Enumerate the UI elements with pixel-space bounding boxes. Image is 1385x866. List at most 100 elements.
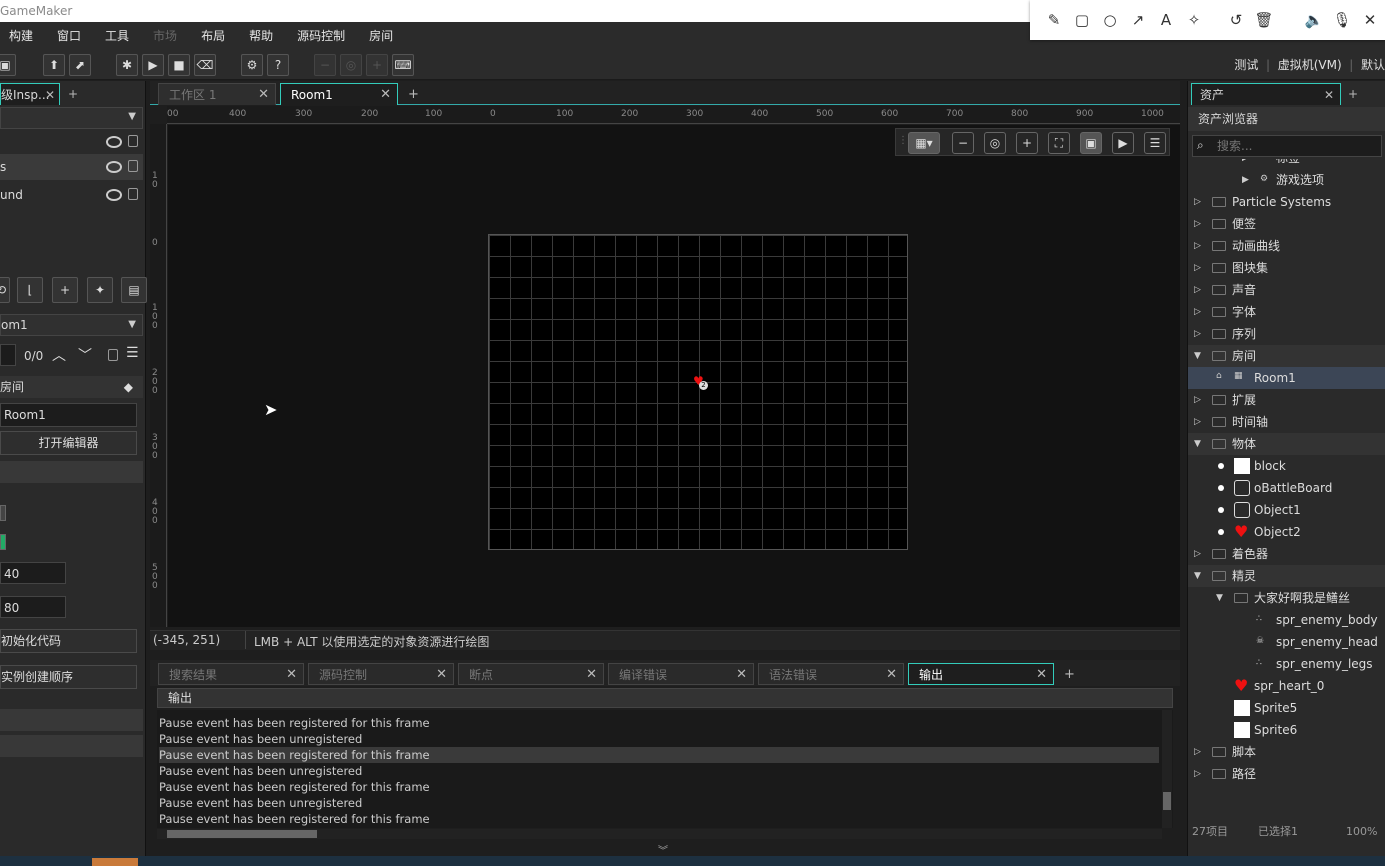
- grid-toggle-icon[interactable]: ▦▾: [908, 132, 940, 154]
- fit-view-icon[interactable]: ⛶: [1048, 132, 1070, 154]
- search-input[interactable]: [1217, 137, 1377, 155]
- menu-item-1[interactable]: 窗口: [45, 22, 93, 50]
- close-icon[interactable]: ✕: [286, 664, 297, 686]
- asset-tree-item[interactable]: ▷ 便签: [1188, 213, 1385, 235]
- asset-tree-item[interactable]: ▷ 图块集: [1188, 257, 1385, 279]
- tab-syntax-errors[interactable]: 语法错误 ✕: [758, 663, 904, 685]
- undo-icon[interactable]: ↺: [1222, 6, 1250, 34]
- drag-handle-icon[interactable]: ⋮: [898, 135, 908, 146]
- layer-row-instances[interactable]: [0, 129, 143, 155]
- folder-add-icon[interactable]: ▤: [121, 277, 147, 303]
- add-tab-icon[interactable]: +: [68, 87, 78, 101]
- room-name-field[interactable]: Room1: [0, 403, 137, 427]
- save-icon[interactable]: ▣: [0, 54, 16, 76]
- target-selector[interactable]: 测试 | 虚拟机(VM) | 默认: [1234, 50, 1385, 80]
- stop-icon[interactable]: ■: [168, 54, 190, 76]
- zoom-in-icon[interactable]: +: [366, 54, 388, 76]
- close-icon[interactable]: ✕: [1356, 6, 1384, 34]
- debug-icon[interactable]: ✱: [116, 54, 138, 76]
- asset-tree-item[interactable]: Object1: [1188, 499, 1385, 521]
- room-height-field[interactable]: 80: [0, 596, 66, 618]
- menu-item-2[interactable]: 工具: [93, 22, 141, 50]
- asset-tree-item[interactable]: ∴ spr_enemy_legs: [1188, 653, 1385, 675]
- target-test[interactable]: 测试: [1234, 58, 1258, 72]
- tab-breakpoints[interactable]: 断点 ✕: [458, 663, 604, 685]
- tab-search-results[interactable]: 搜索结果 ✕: [158, 663, 304, 685]
- menu-item-6[interactable]: 源码控制: [285, 22, 357, 50]
- vertical-scrollbar[interactable]: [1162, 710, 1172, 828]
- tag-icon[interactable]: ◆: [124, 376, 133, 398]
- asset-layer-icon[interactable]: ⌊: [17, 277, 43, 303]
- asset-tree-item[interactable]: ▼ 大家好啊我是鳝丝: [1188, 587, 1385, 609]
- close-icon[interactable]: ✕: [258, 84, 269, 106]
- tab-source-control[interactable]: 源码控制 ✕: [308, 663, 454, 685]
- clean-build-icon[interactable]: ⌫: [194, 54, 216, 76]
- asset-tree-item[interactable]: ▼ 精灵: [1188, 565, 1385, 587]
- layer-dropdown[interactable]: ▼: [0, 107, 143, 129]
- open-editor-button[interactable]: 打开编辑器: [0, 431, 137, 455]
- checkbox[interactable]: [0, 505, 6, 521]
- volume-icon[interactable]: 🔈: [1300, 6, 1328, 34]
- output-log[interactable]: Pause event has been registered for this…: [157, 710, 1173, 828]
- asset-tree-item[interactable]: ☠ spr_enemy_head: [1188, 631, 1385, 653]
- close-icon[interactable]: ✕: [736, 664, 747, 686]
- asset-tree-item[interactable]: Sprite6: [1188, 719, 1385, 741]
- lock-icon[interactable]: [128, 160, 138, 172]
- zoom-reset-icon[interactable]: ◎: [984, 132, 1006, 154]
- mic-icon[interactable]: 🎙: [1328, 6, 1356, 34]
- horizontal-scrollbar[interactable]: [157, 829, 1162, 839]
- close-icon[interactable]: ✕: [1036, 664, 1047, 686]
- circle-icon[interactable]: ○: [1096, 6, 1124, 34]
- collapse-panel-icon[interactable]: ︾: [658, 842, 668, 857]
- tab-compile-errors[interactable]: 编译错误 ✕: [608, 663, 754, 685]
- asset-tree-item[interactable]: Sprite5: [1188, 697, 1385, 719]
- asset-tree-item[interactable]: ▼ 物体: [1188, 433, 1385, 455]
- export-icon[interactable]: ⬆: [43, 54, 65, 76]
- zoom-reset-icon[interactable]: ◎: [340, 54, 362, 76]
- asset-search[interactable]: ⌕: [1192, 135, 1382, 157]
- asset-tree-item[interactable]: ▷ 时间轴: [1188, 411, 1385, 433]
- asset-tree-item[interactable]: ▼ 房间: [1188, 345, 1385, 367]
- chevron-up-icon[interactable]: ︿: [52, 345, 66, 365]
- run-icon[interactable]: ▶: [142, 54, 164, 76]
- pencil-icon[interactable]: ✎: [1040, 6, 1068, 34]
- add-tab-icon[interactable]: +: [1064, 667, 1075, 682]
- tab-workspace[interactable]: 工作区 1 ✕: [158, 83, 276, 105]
- asset-tree-item[interactable]: ▷ 路径: [1188, 763, 1385, 785]
- gear-icon[interactable]: ⚙: [241, 54, 263, 76]
- asset-tree-item[interactable]: ▶ ▾ 标签: [1188, 159, 1385, 169]
- layer-tool-icon[interactable]: ⟲: [0, 277, 10, 303]
- menu-item-4[interactable]: 布局: [189, 22, 237, 50]
- menu-item-3[interactable]: 市场: [141, 22, 189, 50]
- menu-item-5[interactable]: 帮助: [237, 22, 285, 50]
- close-icon[interactable]: ✕: [886, 664, 897, 686]
- asset-tree-item[interactable]: ▷ 字体: [1188, 301, 1385, 323]
- zoom-out-icon[interactable]: −: [952, 132, 974, 154]
- asset-tree-item[interactable]: ▷ 扩展: [1188, 389, 1385, 411]
- inspector-tab[interactable]: 级Insp... ✕: [0, 83, 60, 105]
- rectangle-icon[interactable]: ▢: [1068, 6, 1096, 34]
- text-icon[interactable]: A: [1152, 6, 1180, 34]
- asset-tree-item[interactable]: ⌂ ▦ Room1: [1188, 367, 1385, 389]
- close-icon[interactable]: ✕: [436, 664, 447, 686]
- asset-tree-item[interactable]: ▶ ⚙ 游戏选项: [1188, 169, 1385, 191]
- room-bounds-icon[interactable]: ▣: [1080, 132, 1102, 154]
- room-dropdown[interactable]: om1 ▼: [0, 314, 143, 336]
- asset-tree-item[interactable]: block: [1188, 455, 1385, 477]
- creation-code-button[interactable]: 初始化代码: [0, 629, 137, 653]
- clean-icon[interactable]: ⬈: [69, 54, 91, 76]
- chevron-down-icon[interactable]: ﹀: [78, 345, 92, 365]
- asset-tree-item[interactable]: ▷ 序列: [1188, 323, 1385, 345]
- layer-row-s[interactable]: s: [0, 154, 143, 180]
- magic-wand-icon[interactable]: ✧: [1180, 6, 1208, 34]
- asset-tree-item[interactable]: ▷ Particle Systems: [1188, 191, 1385, 213]
- instance-order-button[interactable]: 实例创建顺序: [0, 665, 137, 689]
- room-width-field[interactable]: 40: [0, 562, 66, 584]
- eye-icon[interactable]: [106, 189, 122, 201]
- gamepad-icon[interactable]: ⌨: [392, 54, 414, 76]
- effect-layer-icon[interactable]: ✦: [87, 277, 113, 303]
- menu-icon[interactable]: ☰: [126, 345, 139, 361]
- scrollbar-thumb[interactable]: [167, 830, 317, 838]
- asset-tree-item[interactable]: ♥ Object2: [1188, 521, 1385, 543]
- asset-tree-item[interactable]: ▷ 脚本: [1188, 741, 1385, 763]
